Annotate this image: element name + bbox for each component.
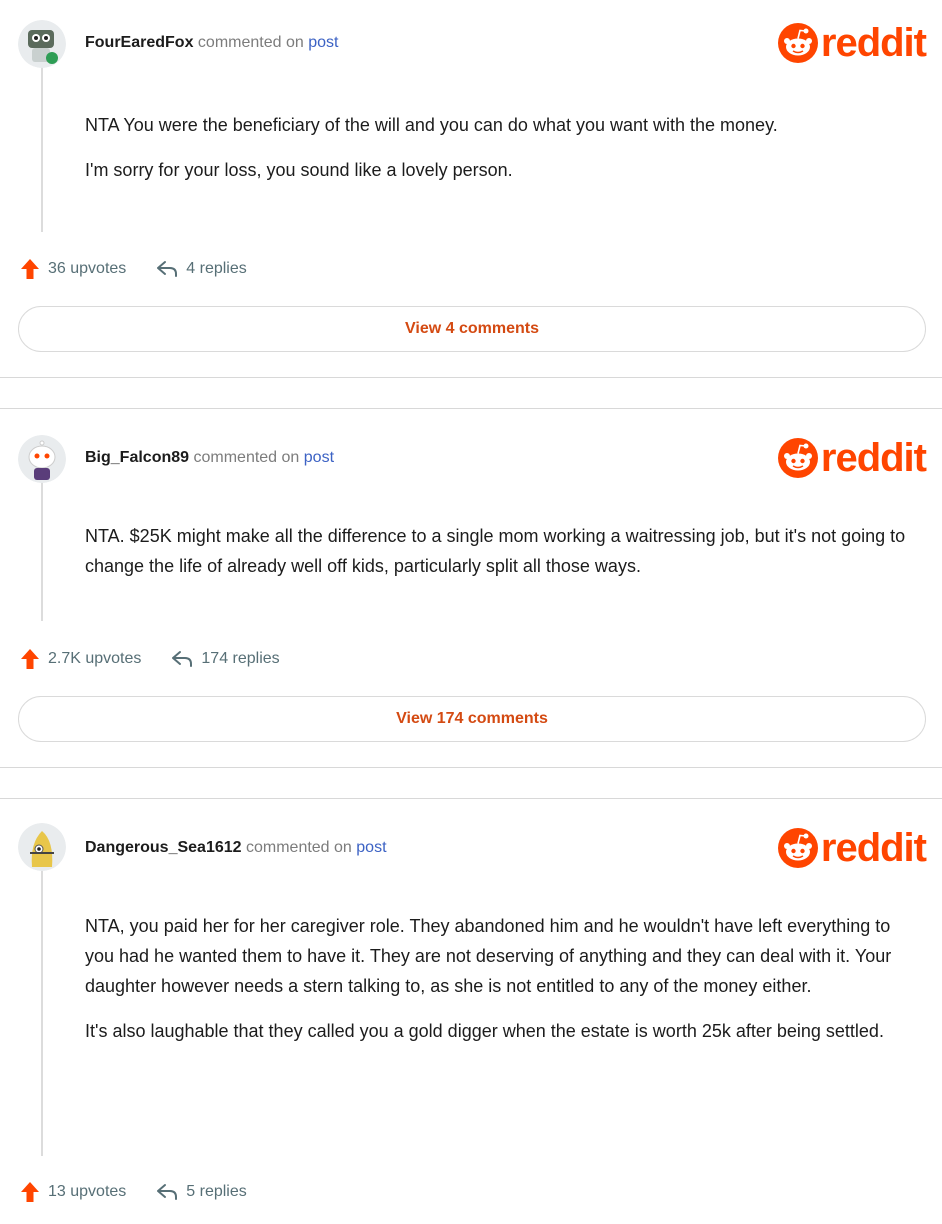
commented-on-label: commented on [193,449,300,466]
view-comments-button[interactable]: View 4 comments [18,306,926,352]
post-link[interactable]: post [308,34,338,51]
username[interactable]: FourEaredFox [85,34,193,51]
upvote-count: 13 upvotes [48,1183,127,1200]
upvote-count: 36 upvotes [48,260,127,277]
reddit-snoo-icon [777,23,818,63]
avatar-big-falcon89[interactable] [18,435,66,483]
reply-arrow-icon [172,651,193,667]
replies-count: 5 replies [186,1183,247,1200]
upvote-arrow-icon [21,259,39,279]
reddit-snoo-icon [777,438,818,478]
comment-actions: 2.7K upvotes 174 replies [20,648,280,670]
thread-line [41,66,43,232]
reddit-logo: reddit [777,21,927,65]
avatar-fourearedfox[interactable] [18,20,66,68]
comment-paragraph: NTA. $25K might make all the difference … [85,526,906,576]
comment-paragraph: I'm sorry for your loss, you sound like … [85,160,513,180]
commented-on-label: commented on [245,839,352,856]
avatar-dangerous-sea1612[interactable] [18,823,66,871]
upvote-count: 2.7K upvotes [48,650,142,667]
replies-button[interactable]: 4 replies [156,260,247,278]
upvote-button[interactable]: 13 upvotes [20,1181,126,1203]
post-link[interactable]: post [304,449,334,466]
replies-button[interactable]: 174 replies [171,650,280,668]
reply-arrow-icon [157,261,178,277]
thread-line [41,476,43,621]
reddit-wordmark: reddit [820,826,927,870]
replies-count: 4 replies [186,260,247,277]
comment-card-1: FourEaredFox commented on post reddit NT… [0,0,942,378]
comment-paragraph: NTA, you paid her for her caregiver role… [85,916,892,996]
view-comments-button[interactable]: View 174 comments [18,696,926,742]
reddit-wordmark: reddit [820,436,927,480]
comment-actions: 36 upvotes 4 replies [20,258,247,280]
comment-card-2: Big_Falcon89 commented on post reddit NT… [0,409,942,768]
comment-body: NTA, you paid her for her caregiver role… [85,911,915,1061]
username[interactable]: Big_Falcon89 [85,449,189,466]
reddit-snoo-icon [777,828,818,868]
upvote-button[interactable]: 36 upvotes [20,258,126,280]
replies-count: 174 replies [201,650,280,667]
card-divider [0,377,942,378]
username[interactable]: Dangerous_Sea1612 [85,839,242,856]
upvote-button[interactable]: 2.7K upvotes [20,648,141,670]
comment-body: NTA. $25K might make all the difference … [85,521,915,596]
replies-button[interactable]: 5 replies [156,1183,247,1201]
comment-actions: 13 upvotes 5 replies [20,1181,247,1203]
reddit-logo: reddit [777,826,927,870]
commented-on-label: commented on [197,34,304,51]
comment-header: Dangerous_Sea1612 commented on post [85,839,387,857]
card-divider [0,767,942,768]
comment-card-3: Dangerous_Sea1612 commented on post redd… [0,799,942,1224]
upvote-arrow-icon [21,1182,39,1202]
comment-body: NTA You were the beneficiary of the will… [85,110,915,200]
reddit-logo: reddit [777,436,927,480]
comment-paragraph: It's also laughable that they called you… [85,1021,884,1041]
upvote-arrow-icon [21,649,39,669]
comment-header: FourEaredFox commented on post [85,34,338,52]
post-link[interactable]: post [356,839,386,856]
thread-line [41,866,43,1156]
comment-header: Big_Falcon89 commented on post [85,449,334,467]
reddit-wordmark: reddit [820,21,927,65]
comment-paragraph: NTA You were the beneficiary of the will… [85,115,778,135]
reply-arrow-icon [157,1184,178,1200]
